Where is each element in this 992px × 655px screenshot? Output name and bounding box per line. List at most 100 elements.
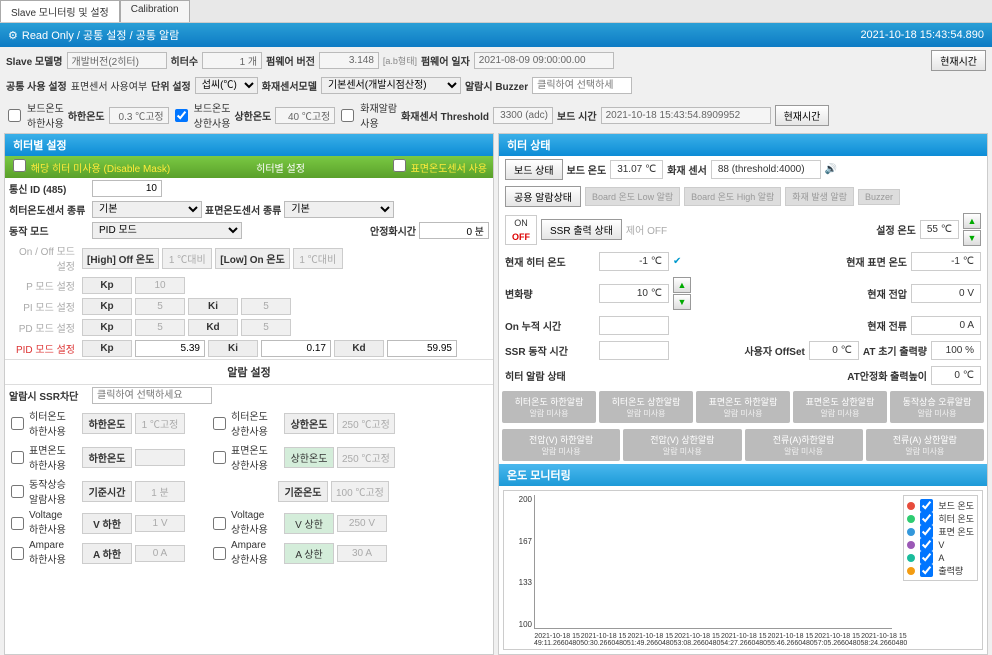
surface-low-use-label: 표면온도 하한사용 bbox=[29, 442, 79, 472]
tab-slave-monitoring[interactable]: Slave 모니터링 및 설정 bbox=[0, 0, 120, 22]
malfunc-use-label: 동작상승 알람사용 bbox=[29, 476, 79, 506]
delta-up-button[interactable]: ▲ bbox=[673, 277, 691, 293]
pid-kd-input[interactable] bbox=[387, 340, 457, 357]
tile-v-low: 전압(V) 하한알람알람 미사용 bbox=[502, 429, 620, 461]
surface-high-value: 250 ℃고정 bbox=[337, 447, 395, 468]
board-high-use-checkbox[interactable] bbox=[175, 109, 188, 122]
pi-ki-header: Ki bbox=[188, 298, 238, 315]
a-high-value: 30 A bbox=[337, 545, 387, 562]
voltage-low-use-checkbox[interactable] bbox=[11, 517, 24, 530]
label-current-surface-temp: 현재 표면 온도 bbox=[846, 254, 907, 269]
firmware-ver-note: [a.b형태] bbox=[383, 54, 417, 67]
tab-calibration[interactable]: Calibration bbox=[120, 0, 190, 22]
tile-surface-low: 표면온도 하한알람알람 미사용 bbox=[696, 391, 790, 423]
board-low-use-checkbox[interactable] bbox=[8, 109, 21, 122]
delta-down-button[interactable]: ▼ bbox=[673, 294, 691, 310]
legend-checkbox[interactable] bbox=[920, 499, 933, 512]
label-op-mode: 동작 모드 bbox=[9, 223, 89, 238]
stabilize-time-input[interactable] bbox=[419, 222, 489, 239]
legend-checkbox[interactable] bbox=[920, 551, 933, 564]
label-heater-sensor-type: 히터온도센서 종류 bbox=[9, 202, 89, 217]
alarm-settings-title: 알람 설정 bbox=[5, 359, 493, 385]
label-current-voltage: 현재 전압 bbox=[867, 286, 907, 301]
label-at-init-output: AT 초기 출력량 bbox=[863, 343, 927, 358]
current-time-button[interactable]: 현재시간 bbox=[931, 50, 986, 71]
surface-high-use-checkbox[interactable] bbox=[213, 451, 226, 464]
surface-low-label: 하한온도 bbox=[82, 447, 132, 468]
legend-checkbox[interactable] bbox=[920, 512, 933, 525]
surface-low-use-checkbox[interactable] bbox=[11, 451, 24, 464]
heater-sensor-type-select[interactable]: 기본 bbox=[92, 201, 202, 218]
label-board-time: 보드 시간 bbox=[557, 108, 597, 123]
disable-mask-checkbox[interactable] bbox=[13, 159, 26, 172]
pd-kp-header: Kp bbox=[82, 319, 132, 336]
board-status-button[interactable]: 보드 상태 bbox=[505, 159, 563, 180]
temp-down-button[interactable]: ▼ bbox=[963, 230, 981, 246]
control-off-label: 제어 OFF bbox=[626, 222, 667, 237]
label-at-stable-output: AT안정화 출력높이 bbox=[847, 368, 927, 383]
ampere-high-use-checkbox[interactable] bbox=[213, 547, 226, 560]
label-user-offset: 사용자 OffSet bbox=[744, 343, 804, 358]
voltage-high-use-checkbox[interactable] bbox=[213, 517, 226, 530]
pd-kd-header: Kd bbox=[188, 319, 238, 336]
buzzer-button[interactable]: Buzzer bbox=[858, 189, 900, 205]
ssr-op-time-value bbox=[599, 341, 669, 360]
ampere-low-use-checkbox[interactable] bbox=[11, 547, 24, 560]
current-voltage-value: 0 V bbox=[911, 284, 981, 303]
pi-kp-value: 5 bbox=[135, 298, 185, 315]
legend-checkbox[interactable] bbox=[920, 564, 933, 577]
tile-surface-high: 표면온도 상한알람알람 미사용 bbox=[793, 391, 887, 423]
pid-kp-input[interactable] bbox=[135, 340, 205, 357]
pd-mode-label: PD 모드 설정 bbox=[9, 320, 79, 335]
heater-count-value bbox=[202, 52, 262, 69]
pi-mode-label: PI 모드 설정 bbox=[9, 299, 79, 314]
pd-kp-value: 5 bbox=[135, 319, 185, 336]
user-offset-value: 0 ℃ bbox=[809, 341, 859, 360]
comm-id-input[interactable] bbox=[92, 180, 162, 197]
legend-checkbox[interactable] bbox=[920, 525, 933, 538]
ref-time-label: 기준시간 bbox=[82, 481, 132, 502]
firmware-ver-value bbox=[319, 52, 379, 69]
alarm-ssr-input[interactable] bbox=[92, 387, 212, 404]
fire-sensor-model-select[interactable]: 기본센서(개발시점산정) bbox=[321, 77, 461, 94]
heater-status-header: 히터 상태 bbox=[499, 134, 987, 156]
malfunc-use-checkbox[interactable] bbox=[11, 485, 24, 498]
onoff-mode-label: On / Off 모드 설정 bbox=[9, 243, 79, 273]
legend-checkbox[interactable] bbox=[920, 538, 933, 551]
current-heater-temp-value: -1 ℃ bbox=[599, 252, 669, 271]
op-mode-select[interactable]: PID 모드 bbox=[92, 222, 242, 239]
delta-value: 10 ℃ bbox=[599, 284, 669, 303]
a-high-label: A 상한 bbox=[284, 543, 334, 564]
label-ssr-op-time: SSR 동작 시간 bbox=[505, 343, 595, 358]
on-off-toggle[interactable]: ON OFF bbox=[505, 215, 537, 245]
label-set-temp: 설정 온도 bbox=[876, 222, 916, 237]
ssr-output-button[interactable]: SSR 출력 상태 bbox=[541, 219, 622, 240]
heater-high-use-checkbox[interactable] bbox=[213, 417, 226, 430]
breadcrumb: Read Only / 공통 설정 / 공통 알람 bbox=[22, 30, 179, 42]
pid-ki-header: Ki bbox=[208, 340, 258, 357]
heater-low-use-checkbox[interactable] bbox=[11, 417, 24, 430]
on-cumul-value bbox=[599, 316, 669, 335]
common-alarm-button[interactable]: 공용 알람상태 bbox=[505, 186, 581, 207]
board-low-alarm-button[interactable]: Board 온도 Low 알람 bbox=[585, 187, 680, 206]
label-heater-alarm-status: 히터 알람 상태 bbox=[505, 368, 595, 383]
header-timestamp: 2021-10-18 15:43:54.890 bbox=[860, 29, 984, 41]
high-off-unit: 1 ℃대비 bbox=[162, 248, 212, 269]
pid-ki-input[interactable] bbox=[261, 340, 331, 357]
current-time-button-2[interactable]: 현재시간 bbox=[775, 105, 830, 126]
surface-sensor-use-checkbox[interactable] bbox=[393, 159, 406, 172]
label-high-temp: 상한온도 bbox=[234, 108, 271, 123]
fire-alarm-use-checkbox[interactable] bbox=[341, 109, 354, 122]
surface-sensor-type-select[interactable]: 기본 bbox=[284, 201, 394, 218]
tile-a-low: 전류(A)하한알람알람 미사용 bbox=[745, 429, 863, 461]
speaker-icon[interactable]: 🔊 bbox=[825, 164, 837, 175]
p-kp-value: 10 bbox=[135, 277, 185, 294]
fire-alarm-button[interactable]: 화재 발생 알람 bbox=[785, 187, 854, 206]
unit-select[interactable]: 섭씨(℃) bbox=[195, 77, 258, 94]
heater-settings-header: 히터별 설정 bbox=[5, 134, 493, 156]
label-surface-sensor-use: 표면센서 사용여부 bbox=[71, 78, 147, 93]
label-common-use: 공통 사용 설정 bbox=[6, 78, 67, 93]
temp-up-button[interactable]: ▲ bbox=[963, 213, 981, 229]
board-high-alarm-button[interactable]: Board 온도 High 알람 bbox=[684, 187, 781, 206]
alarm-buzzer-input[interactable] bbox=[532, 77, 632, 94]
